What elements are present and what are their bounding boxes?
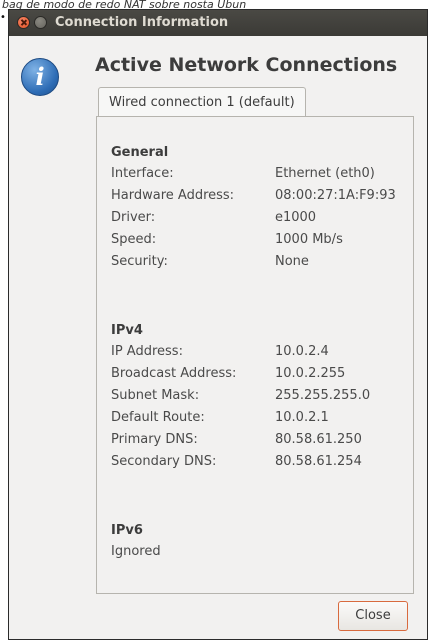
- info-key: Interface:: [111, 166, 174, 181]
- ipv6-status: Ignored: [111, 541, 161, 563]
- info-row-hardware-address: Hardware Address: 08:00:27:1A:F9:93: [111, 185, 396, 207]
- info-key: Driver:: [111, 210, 156, 225]
- info-value: None: [275, 254, 309, 269]
- info-row-default-route: Default Route: 10.0.2.1: [111, 407, 329, 429]
- info-value: Ethernet (eth0): [275, 166, 375, 181]
- info-key: Speed:: [111, 232, 157, 247]
- info-row-speed: Speed: 1000 Mb/s: [111, 229, 343, 251]
- info-key: Secondary DNS:: [111, 454, 217, 469]
- info-value: 08:00:27:1A:F9:93: [275, 188, 396, 203]
- info-icon: i: [21, 58, 59, 96]
- info-value: 10.0.2.4: [275, 344, 329, 359]
- info-row-ip-address: IP Address: 10.0.2.4: [111, 341, 329, 363]
- info-value: 80.58.61.250: [275, 432, 362, 447]
- info-row-primary-dns: Primary DNS: 80.58.61.250: [111, 429, 362, 451]
- info-value: 255.255.255.0: [275, 388, 371, 403]
- tab-wired-connection[interactable]: Wired connection 1 (default): [98, 87, 306, 117]
- info-key: Security:: [111, 254, 168, 269]
- info-value: e1000: [275, 210, 317, 225]
- section-title-ipv4: IPv4: [111, 323, 143, 338]
- info-key: Subnet Mask:: [111, 388, 200, 403]
- page-title: Active Network Connections: [95, 54, 398, 76]
- info-key: Default Route:: [111, 410, 205, 425]
- titlebar[interactable]: Connection Information: [9, 10, 427, 36]
- info-row-subnet-mask: Subnet Mask: 255.255.255.0: [111, 385, 370, 407]
- info-row-broadcast-address: Broadcast Address: 10.0.2.255: [111, 363, 345, 385]
- info-key: Primary DNS:: [111, 432, 198, 447]
- window-minimize-icon[interactable]: [34, 16, 47, 29]
- general-section: General Interface: Ethernet (eth0) Hardw…: [111, 143, 396, 273]
- info-key: IP Address:: [111, 344, 183, 359]
- info-value: 10.0.2.255: [275, 366, 346, 381]
- info-row-security: Security: None: [111, 251, 309, 273]
- info-value: 1000 Mb/s: [275, 232, 343, 247]
- connection-info-dialog: Connection Information i Active Network …: [8, 9, 428, 640]
- close-button[interactable]: Close: [338, 601, 408, 631]
- ipv6-section: IPv6 Ignored: [111, 521, 161, 563]
- section-title-ipv6: IPv6: [111, 523, 143, 538]
- window-title: Connection Information: [55, 15, 229, 30]
- info-row-interface: Interface: Ethernet (eth0): [111, 163, 375, 185]
- info-key: Broadcast Address:: [111, 366, 237, 381]
- bullet-icon: •: [0, 12, 6, 23]
- ipv4-section: IPv4 IP Address: 10.0.2.4 Broadcast Addr…: [111, 321, 370, 473]
- info-row-driver: Driver: e1000: [111, 207, 316, 229]
- section-title-general: General: [111, 145, 169, 160]
- info-value: 10.0.2.1: [275, 410, 329, 425]
- window-close-icon[interactable]: [17, 16, 30, 29]
- info-key: Hardware Address:: [111, 188, 235, 203]
- info-row-secondary-dns: Secondary DNS: 80.58.61.254: [111, 451, 362, 473]
- info-value: Ignored: [111, 544, 161, 559]
- connection-details-panel: General Interface: Ethernet (eth0) Hardw…: [96, 116, 414, 594]
- info-value: 80.58.61.254: [275, 454, 362, 469]
